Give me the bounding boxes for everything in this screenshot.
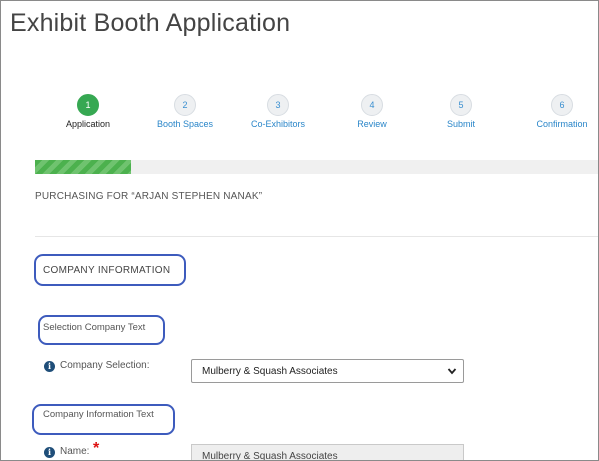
step-confirmation[interactable]: 6 Confirmation [512,94,598,129]
name-field[interactable]: Mulberry & Squash Associates [191,444,464,461]
company-information-heading: COMPANY INFORMATION [43,265,171,276]
step-label: Confirmation [536,119,588,129]
company-selection-dropdown[interactable]: Mulberry & Squash Associates [191,359,464,383]
info-icon[interactable]: i [44,361,55,372]
info-icon[interactable]: i [44,447,55,458]
step-number: 4 [361,94,383,116]
step-number: 3 [267,94,289,116]
page-title: Exhibit Booth Application [10,9,291,37]
step-label: Submit [446,119,475,129]
company-selection-label: Company Selection: [60,360,150,371]
section-divider [35,236,598,237]
step-label: Booth Spaces [156,119,214,129]
required-marker: * [93,440,100,457]
step-label: Application [65,119,111,129]
step-submit[interactable]: 5 Submit [411,94,511,129]
purchasing-for-text: PURCHASING FOR “ARJAN STEPHEN NANAK” [35,191,263,202]
step-application[interactable]: 1 Application [38,94,138,129]
application-window: Exhibit Booth Application 1 Application … [0,0,599,461]
step-number: 1 [77,94,99,116]
step-review[interactable]: 4 Review [322,94,422,129]
selection-company-text: Selection Company Text [43,322,146,333]
step-number: 2 [174,94,196,116]
chevron-down-icon [447,368,457,375]
step-number: 5 [450,94,472,116]
progress-bar [35,160,598,174]
progress-stepper: 1 Application 2 Booth Spaces 3 Co-Exhibi… [1,94,598,134]
step-booth-spaces[interactable]: 2 Booth Spaces [135,94,235,129]
company-information-text: Company Information Text [43,409,154,420]
step-label: Review [357,119,387,129]
progress-bar-fill [35,160,131,174]
company-selection-value: Mulberry & Squash Associates [202,366,338,377]
step-label: Co-Exhibitors [250,119,306,129]
step-number: 6 [551,94,573,116]
name-field-value: Mulberry & Squash Associates [202,451,338,461]
step-co-exhibitors[interactable]: 3 Co-Exhibitors [228,94,328,129]
name-label: Name: [60,446,90,457]
